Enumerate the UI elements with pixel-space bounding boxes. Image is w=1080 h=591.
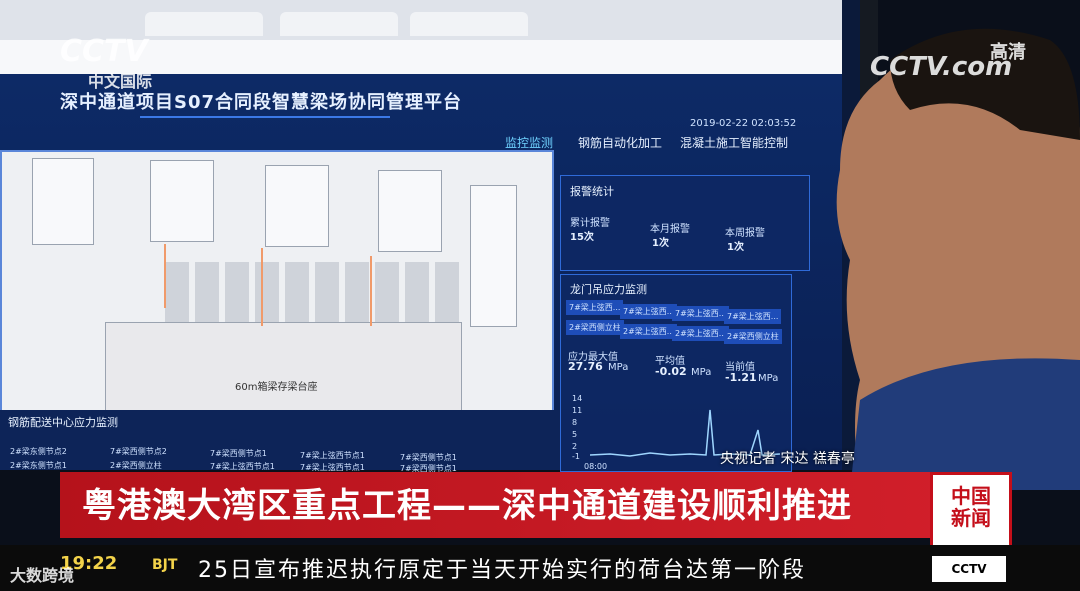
y-tick: 2 [572,442,578,451]
stat-max-value: 27.76 [568,360,603,373]
map-arrow [164,244,166,308]
browser-tab[interactable] [410,12,528,36]
alarm-total-label: 累计报警 [570,218,610,229]
stat-current-value: -1.21 [725,371,757,384]
headline: 粤港澳大湾区重点工程——深中通道建设顺利推进 [82,486,852,526]
rebar-stress-title: 钢筋配送中心应力监测 [8,416,118,429]
browser-tab[interactable] [280,12,398,36]
map-arrow [370,256,372,326]
table-cell[interactable]: 2#梁东侧节点2 [10,446,67,457]
nav-monitoring[interactable]: 监控监测 [505,134,553,151]
title-underline [140,116,390,118]
table-cell[interactable]: 7#梁上弦西节点1 [210,461,275,472]
reporter-credit: 央视记者 宋达 禚春亭 [720,451,855,467]
y-tick: 11 [572,406,583,415]
stat-max-unit: MPa [608,362,629,373]
nav-rebar-processing[interactable]: 钢筋自动化加工 [578,134,662,151]
gantry-sensor[interactable]: 7#梁上弦西... [672,306,730,321]
cctv4-logo: CCTV [60,34,148,69]
china-news-badge: 中国 新闻 [930,472,1012,548]
person-profile [836,28,1080,490]
y-tick: 14 [572,394,583,403]
gantry-sensor[interactable]: 2#梁上弦西... [620,324,678,339]
badge-line2: 新闻 [951,506,991,530]
stat-avg-value: -0.02 [655,365,687,378]
alarm-title: 报警统计 [570,185,614,198]
alarm-month-label: 本月报警 [650,224,690,235]
map-arrow [261,248,263,326]
map-building [470,185,517,327]
gantry-sensor[interactable]: 2#梁上弦西... [672,326,730,341]
cctv4-sub: 中文国际 [88,72,153,91]
table-cell[interactable]: 7#梁西侧节点1 [210,448,267,459]
alarm-total-value: 15次 [570,232,594,243]
badge-line1: 中国 [951,484,991,508]
stat-avg-unit: MPa [691,367,712,378]
storage-label: 60m箱梁存梁台座 [235,382,318,393]
hd-mark: 高清 [990,42,1026,63]
gantry-sensor[interactable]: 2#梁西侧立柱 [724,329,782,344]
gantry-sensor[interactable]: 7#梁上弦西... [620,304,678,319]
timestamp: 2019-02-22 02:03:52 [690,118,797,129]
table-cell[interactable]: 7#梁西侧节点2 [110,446,167,457]
alarm-month-value: 1次 [652,238,669,249]
y-tick: 5 [572,430,578,439]
ticker-cctv-logo: CCTV [932,556,1006,582]
map-building [32,158,94,245]
map-building [265,165,329,247]
table-cell[interactable]: 2#梁东侧节点1 [10,460,67,471]
alarm-week-label: 本周报警 [725,228,765,239]
alarm-week-value: 1次 [727,242,744,253]
storage-yard [105,322,462,412]
ticker-text: 25日宣布推迟执行原定于当天开始实行的荷台达第一阶段 [198,558,806,583]
table-cell[interactable]: 2#梁西侧立柱 [110,460,162,471]
y-tick: 8 [572,418,578,427]
map-building [150,160,214,242]
table-cell[interactable]: 7#梁西侧节点1 [400,452,457,463]
gantry-sensor[interactable]: 7#梁上弦西... [724,309,782,324]
gantry-sensor[interactable]: 7#梁上弦西... [566,300,624,315]
browser-tab[interactable] [145,12,263,36]
ticker-timezone: BJT [152,557,178,573]
map-racks [165,262,465,322]
gantry-sensor[interactable]: 2#梁西侧立柱 [566,320,624,335]
x-tick: 08:00 [584,462,608,471]
nav-concrete-control[interactable]: 混凝土施工智能控制 [680,134,788,151]
table-cell[interactable]: 7#梁上弦西节点1 [300,450,365,461]
gantry-title: 龙门吊应力监测 [570,283,647,296]
y-tick: -1 [572,452,580,461]
corner-watermark: 大数跨境 [10,566,75,585]
stat-current-unit: MPa [758,373,779,384]
map-building [378,170,442,252]
